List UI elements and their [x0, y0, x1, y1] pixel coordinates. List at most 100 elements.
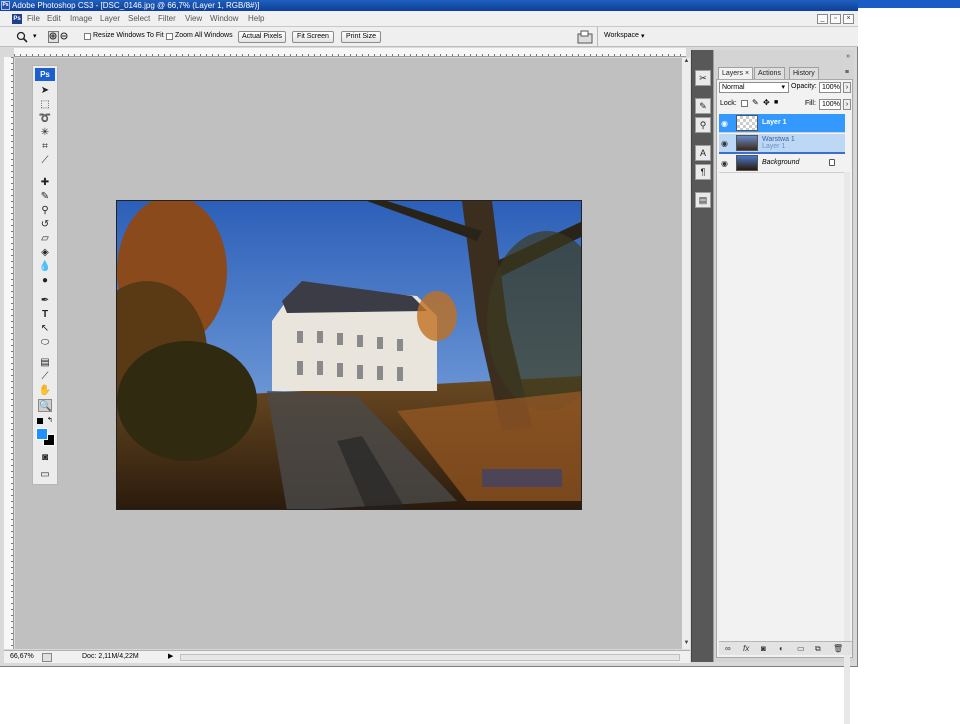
- blur-tool-icon[interactable]: 💧: [38, 260, 52, 273]
- notes-tool-icon[interactable]: ▤: [38, 356, 52, 369]
- quick-mask-icon[interactable]: ◙: [38, 451, 52, 464]
- scroll-down-icon[interactable]: ▼: [683, 640, 690, 647]
- workspace-menu[interactable]: Workspace: [604, 32, 639, 39]
- lock-transparent-icon[interactable]: [741, 100, 748, 107]
- link-icon[interactable]: ∞: [725, 644, 731, 653]
- eyedropper-tool-icon[interactable]: ⟋: [38, 370, 52, 383]
- zoom-level[interactable]: 66,67%: [10, 651, 34, 663]
- pen-tool-icon[interactable]: ✒: [38, 294, 52, 307]
- panel-collapse-icon[interactable]: »: [846, 53, 850, 60]
- lasso-tool-icon[interactable]: ➰: [38, 112, 52, 125]
- tab-actions[interactable]: Actions: [754, 67, 785, 79]
- fit-screen-button[interactable]: Fit Screen: [292, 31, 334, 43]
- status-menu-arrow-icon[interactable]: ▶: [168, 651, 173, 663]
- brushes-dock-icon[interactable]: ✎: [695, 98, 711, 114]
- path-selection-tool-icon[interactable]: ↖: [38, 322, 52, 335]
- layer-visibility-eye-icon[interactable]: ◉: [721, 119, 731, 128]
- clone-source-dock-icon[interactable]: ⚲: [695, 117, 711, 133]
- menu-help[interactable]: Help: [248, 14, 264, 23]
- zoom-tool-box-icon[interactable]: 🔍: [38, 399, 52, 412]
- screen-mode-icon[interactable]: ▭: [38, 468, 52, 481]
- vertical-ruler[interactable]: [4, 57, 14, 649]
- lock-image-icon[interactable]: ✎: [752, 98, 759, 107]
- opacity-input[interactable]: 100%: [819, 82, 841, 93]
- fill-slider-icon[interactable]: ›: [843, 99, 851, 110]
- shape-tool-icon[interactable]: ⬭: [38, 336, 52, 349]
- vertical-scrollbar[interactable]: ▲ ▼: [681, 58, 690, 649]
- layer-row-warstwa-1[interactable]: ◉ Warstwa 1 Layer 1: [719, 134, 845, 153]
- panel-dock: ✂ ✎ ⚲ A ¶ ▤: [691, 50, 713, 662]
- group-icon[interactable]: ▭: [797, 644, 805, 653]
- blend-mode-select[interactable]: Normal ▾: [719, 82, 789, 93]
- layer-visibility-eye-icon[interactable]: ◉: [721, 139, 731, 148]
- eraser-tool-icon[interactable]: ▱: [38, 232, 52, 245]
- crop-tool-icon[interactable]: ⌗: [38, 140, 52, 153]
- layer-comps-dock-icon[interactable]: ▤: [695, 192, 711, 208]
- lock-position-icon[interactable]: ✥: [763, 98, 770, 107]
- magic-wand-tool-icon[interactable]: ✳: [38, 126, 52, 139]
- marquee-tool-icon[interactable]: ⬚: [38, 98, 52, 111]
- zoom-tool-icon[interactable]: [16, 31, 28, 43]
- menu-image[interactable]: Image: [70, 14, 92, 23]
- minimize-button[interactable]: _: [817, 14, 828, 24]
- layer-row-background[interactable]: ◉ Background: [719, 154, 845, 173]
- ps-badge-icon[interactable]: Ps: [35, 68, 55, 81]
- navigator-dock-icon[interactable]: ✂: [695, 70, 711, 86]
- fill-input[interactable]: 100%: [819, 99, 841, 110]
- hand-tool-icon[interactable]: ✋: [38, 384, 52, 397]
- move-tool-icon[interactable]: ➤: [38, 84, 52, 97]
- swap-colors-icon[interactable]: ↰: [47, 416, 53, 424]
- paint-bucket-tool-icon[interactable]: ◈: [38, 246, 52, 259]
- trash-icon[interactable]: 🗑: [833, 644, 843, 653]
- layer-row-layer-1[interactable]: ◉ Layer 1: [719, 114, 845, 133]
- document-image[interactable]: [116, 200, 582, 510]
- zoom-in-out-icon[interactable]: [48, 31, 70, 43]
- close-button[interactable]: ×: [843, 14, 854, 24]
- foreground-color-swatch[interactable]: [36, 428, 48, 440]
- panel-menu-icon[interactable]: ≡: [845, 69, 849, 76]
- photo-watermark: [482, 469, 562, 487]
- menu-window[interactable]: Window: [210, 14, 238, 23]
- tab-layers[interactable]: Layers ×: [718, 67, 754, 79]
- scroll-up-icon[interactable]: ▲: [683, 58, 690, 65]
- actual-pixels-button[interactable]: Actual Pixels: [238, 31, 286, 43]
- menu-edit[interactable]: Edit: [47, 14, 61, 23]
- menu-bar: Ps File Edit Image Layer Select Filter V…: [0, 11, 858, 27]
- type-tool-icon[interactable]: T: [38, 308, 52, 321]
- menu-file[interactable]: File: [27, 14, 40, 23]
- dodge-tool-icon[interactable]: ●: [38, 274, 52, 287]
- menu-filter[interactable]: Filter: [158, 14, 176, 23]
- workspace-dropdown-icon[interactable]: ▾: [641, 32, 645, 40]
- resize-windows-checkbox[interactable]: [84, 33, 91, 40]
- tab-layers-close-icon[interactable]: ×: [745, 70, 749, 77]
- history-brush-tool-icon[interactable]: ↺: [38, 218, 52, 231]
- opacity-slider-icon[interactable]: ›: [843, 82, 851, 93]
- horizontal-ruler[interactable]: [14, 48, 686, 57]
- new-layer-icon[interactable]: ⧉: [815, 644, 821, 654]
- tab-history[interactable]: History: [789, 67, 819, 79]
- adjustment-icon[interactable]: ◐: [779, 644, 784, 653]
- layer-visibility-eye-icon[interactable]: ◉: [721, 159, 731, 168]
- desktop-title-strip: [858, 0, 960, 8]
- character-dock-icon[interactable]: A: [695, 145, 711, 161]
- status-preview-icon[interactable]: [42, 653, 52, 662]
- menu-layer[interactable]: Layer: [100, 14, 120, 23]
- mask-icon[interactable]: ◙: [761, 644, 766, 653]
- tool-preset-dropdown-icon[interactable]: ▾: [33, 32, 37, 40]
- file-browser-icon[interactable]: [577, 30, 593, 44]
- ps-logo-icon[interactable]: Ps: [12, 14, 22, 24]
- clone-stamp-tool-icon[interactable]: ⚲: [38, 204, 52, 217]
- fx-icon[interactable]: fx: [743, 644, 749, 653]
- healing-brush-tool-icon[interactable]: ✚: [38, 176, 52, 189]
- menu-select[interactable]: Select: [128, 14, 150, 23]
- default-colors-icon[interactable]: [37, 418, 43, 424]
- zoom-all-windows-checkbox[interactable]: [166, 33, 173, 40]
- paragraph-dock-icon[interactable]: ¶: [695, 164, 711, 180]
- lock-all-icon[interactable]: ■: [774, 99, 778, 106]
- slice-tool-icon[interactable]: ⟋: [38, 154, 52, 167]
- restore-button[interactable]: ▫: [830, 14, 841, 24]
- menu-view[interactable]: View: [185, 14, 202, 23]
- brush-tool-icon[interactable]: ✎: [38, 190, 52, 203]
- print-size-button[interactable]: Print Size: [341, 31, 381, 43]
- horizontal-scrollbar[interactable]: [180, 654, 680, 661]
